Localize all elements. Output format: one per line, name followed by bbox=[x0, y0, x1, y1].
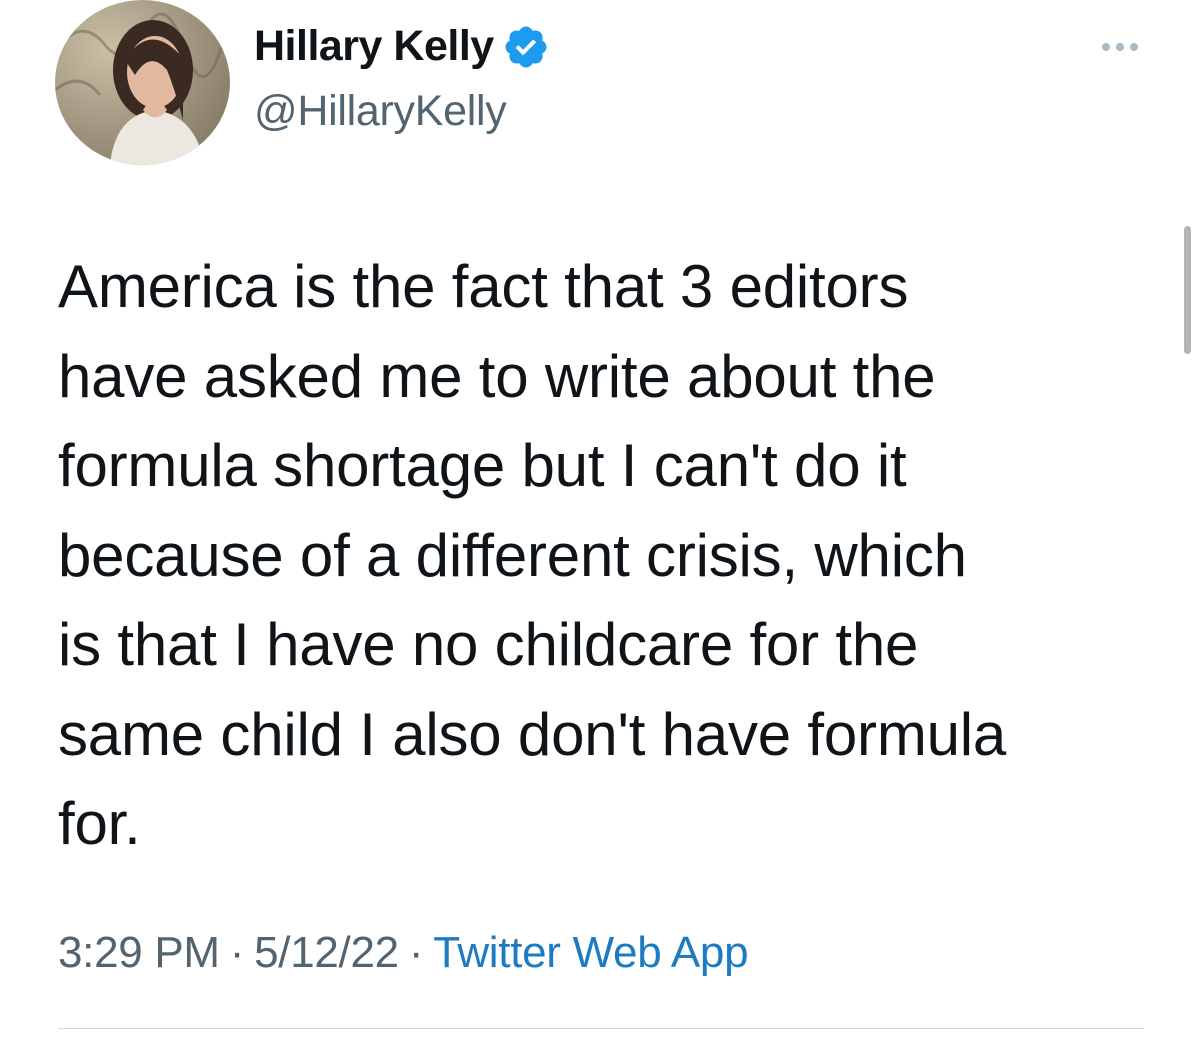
verified-badge-icon bbox=[505, 26, 547, 67]
author-name-row: Hillary Kelly bbox=[254, 22, 550, 71]
avatar[interactable] bbox=[55, 0, 230, 165]
tweet-metadata: 3:29 PM · 5/12/22 · Twitter Web App bbox=[58, 928, 749, 978]
meta-separator: · bbox=[229, 928, 245, 977]
tweet-source-link[interactable]: Twitter Web App bbox=[433, 928, 748, 977]
tweet-date[interactable]: 5/12/22 bbox=[254, 928, 399, 977]
scrollbar[interactable] bbox=[1184, 226, 1191, 354]
meta-separator: · bbox=[408, 928, 424, 977]
tweet-card: Hillary Kelly @HillaryKelly America is t… bbox=[0, 0, 1200, 1049]
more-options-icon[interactable] bbox=[1098, 34, 1142, 60]
tweet-time[interactable]: 3:29 PM bbox=[58, 928, 220, 977]
display-name[interactable]: Hillary Kelly bbox=[254, 22, 494, 71]
profile-photo-icon bbox=[55, 0, 230, 165]
tweet-text: America is the fact that 3 editors have … bbox=[58, 253, 1007, 857]
author-handle[interactable]: @HillaryKelly bbox=[254, 87, 507, 136]
divider bbox=[58, 1028, 1144, 1029]
